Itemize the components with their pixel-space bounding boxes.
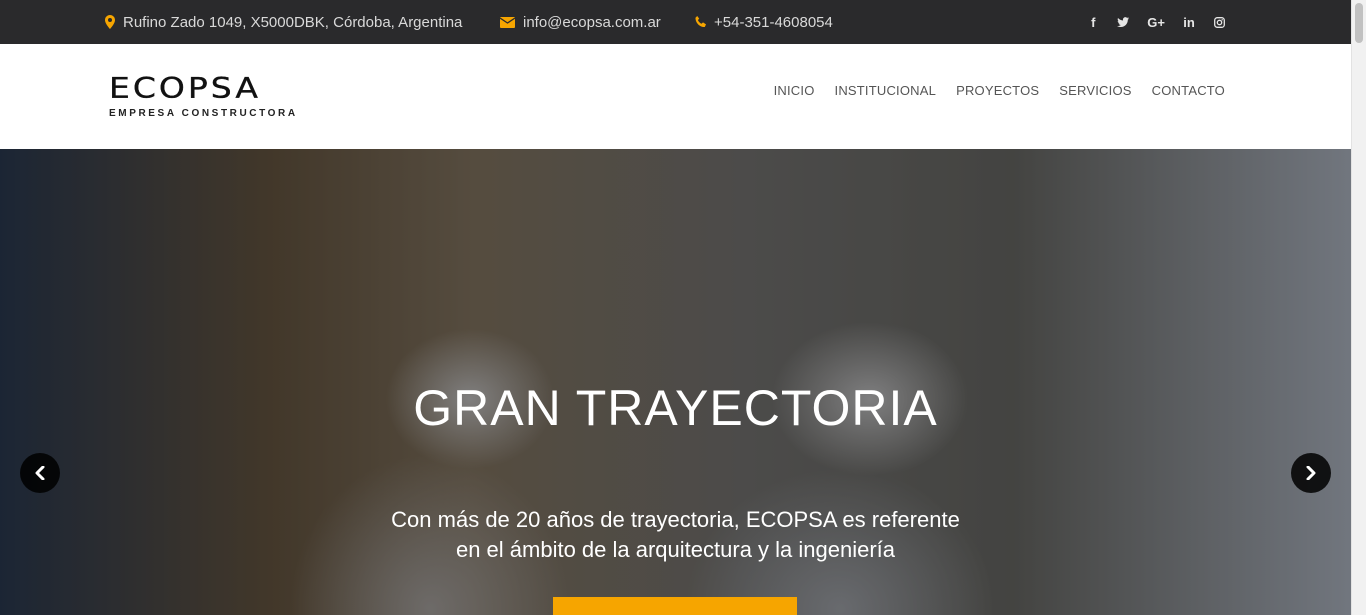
email-text[interactable]: info@ecopsa.com.ar (523, 14, 661, 31)
hero-description-line: Con más de 20 años de trayectoria, ECOPS… (391, 507, 960, 532)
nav-item-servicios[interactable]: SERVICIOS (1059, 83, 1131, 98)
nav-item-inicio[interactable]: INICIO (774, 83, 815, 98)
phone-icon (695, 16, 706, 28)
phone-info[interactable]: +54-351-4608054 (695, 0, 833, 44)
hero-cta-button[interactable] (553, 597, 797, 615)
chevron-right-icon (1306, 466, 1316, 480)
main-header: ECOPSA EMPRESA CONSTRUCTORA INICIO INSTI… (0, 44, 1351, 149)
top-bar: Rufino Zado 1049, X5000DBK, Córdoba, Arg… (0, 0, 1351, 44)
address-text: Rufino Zado 1049, X5000DBK, Córdoba, Arg… (123, 13, 463, 31)
chevron-left-icon (35, 466, 45, 480)
scrollbar-thumb[interactable] (1355, 3, 1363, 43)
linkedin-icon[interactable]: in (1183, 15, 1195, 30)
page-scrollbar[interactable] (1351, 0, 1366, 615)
envelope-icon (500, 16, 515, 28)
hero-slider: GRAN TRAYECTORIA Con más de 20 años de t… (0, 149, 1351, 615)
main-nav: INICIO INSTITUCIONAL PROYECTOS SERVICIOS… (774, 44, 1225, 136)
company-logo[interactable]: ECOPSA EMPRESA CONSTRUCTORA (109, 71, 298, 119)
social-links: f G+ in (1087, 0, 1225, 44)
slider-next-button[interactable] (1291, 453, 1331, 493)
address-info: Rufino Zado 1049, X5000DBK, Córdoba, Arg… (105, 0, 462, 44)
hero-description-line: en el ámbito de la arquitectura y la ing… (455, 537, 896, 562)
hero-description: Con más de 20 años de trayectoria, ECOPS… (0, 505, 1351, 565)
slider-prev-button[interactable] (20, 453, 60, 493)
email-info[interactable]: info@ecopsa.com.ar (500, 0, 661, 44)
nav-item-institucional[interactable]: INSTITUCIONAL (835, 83, 937, 98)
nav-item-contacto[interactable]: CONTACTO (1152, 83, 1225, 98)
facebook-icon[interactable]: f (1087, 15, 1099, 30)
logo-wordmark: ECOPSA (109, 71, 261, 105)
phone-text[interactable]: +54-351-4608054 (714, 14, 833, 31)
instagram-icon[interactable] (1213, 16, 1225, 28)
hero-title: GRAN TRAYECTORIA (413, 380, 938, 436)
google-plus-icon[interactable]: G+ (1147, 15, 1165, 30)
logo-tagline: EMPRESA CONSTRUCTORA (109, 108, 298, 119)
nav-item-proyectos[interactable]: PROYECTOS (956, 83, 1039, 98)
map-marker-icon (105, 15, 115, 29)
twitter-icon[interactable] (1117, 17, 1130, 27)
